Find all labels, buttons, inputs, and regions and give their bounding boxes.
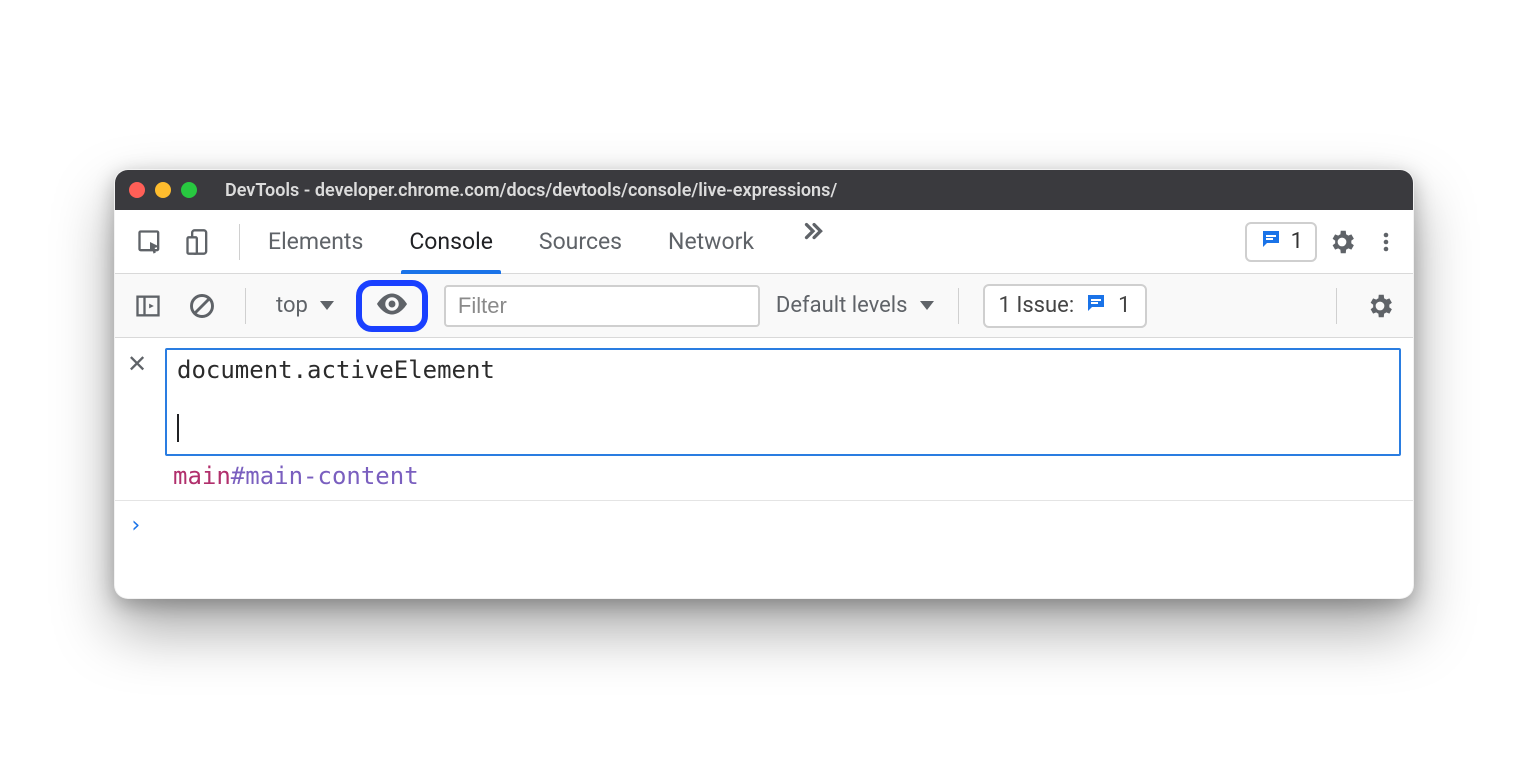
kebab-menu-icon[interactable]	[1367, 222, 1405, 262]
levels-label: Default levels	[776, 293, 908, 318]
live-expression-row: ✕ document.activeElement	[115, 338, 1413, 460]
main-tabs-row: Elements Console Sources Network 1	[115, 210, 1413, 274]
messages-count: 1	[1291, 229, 1303, 254]
live-expression-input[interactable]: document.activeElement	[165, 348, 1401, 456]
console-prompt[interactable]: ›	[115, 501, 1413, 598]
live-expression-button-highlight	[356, 280, 428, 332]
prompt-chevron-icon: ›	[129, 513, 142, 538]
main-tabs: Elements Console Sources Network	[254, 210, 832, 273]
chevron-down-icon	[320, 301, 334, 310]
tab-network[interactable]: Network	[662, 210, 760, 273]
result-element-id: #main-content	[231, 462, 419, 490]
context-label: top	[276, 293, 308, 318]
maximize-window-button[interactable]	[181, 182, 197, 198]
chevron-down-icon	[920, 301, 934, 310]
console-toolbar: top Default levels 1 Issue: 1	[115, 274, 1413, 338]
clear-console-icon[interactable]	[183, 286, 221, 326]
window-title: DevTools - developer.chrome.com/docs/dev…	[207, 180, 1399, 201]
live-expression-area: ✕ document.activeElement main#main-conte…	[115, 338, 1413, 501]
tab-elements[interactable]: Elements	[262, 210, 369, 273]
traffic-lights	[129, 182, 197, 198]
log-levels-dropdown[interactable]: Default levels	[776, 293, 934, 318]
divider	[239, 224, 240, 260]
close-icon[interactable]: ✕	[127, 348, 165, 376]
tab-sources[interactable]: Sources	[533, 210, 628, 273]
issues-count: 1	[1118, 293, 1130, 318]
divider	[245, 288, 246, 324]
toggle-console-sidebar-icon[interactable]	[129, 286, 167, 326]
live-expression-text: document.activeElement	[177, 356, 1389, 384]
issues-chip[interactable]: 1 Issue: 1	[983, 284, 1147, 328]
devtools-window: DevTools - developer.chrome.com/docs/dev…	[114, 169, 1414, 599]
issues-label: 1 Issue:	[999, 293, 1075, 318]
context-dropdown[interactable]: top	[270, 293, 340, 318]
chat-icon	[1259, 227, 1283, 257]
divider	[1336, 288, 1337, 324]
live-expression-result[interactable]: main#main-content	[115, 460, 1413, 501]
divider	[958, 288, 959, 324]
device-toolbar-icon[interactable]	[179, 222, 217, 262]
titlebar: DevTools - developer.chrome.com/docs/dev…	[115, 170, 1413, 210]
tab-console[interactable]: Console	[403, 210, 499, 273]
eye-icon[interactable]	[374, 286, 410, 326]
more-tabs-icon[interactable]	[794, 210, 832, 250]
minimize-window-button[interactable]	[155, 182, 171, 198]
console-settings-icon[interactable]	[1361, 286, 1399, 326]
chat-icon	[1084, 291, 1108, 321]
settings-icon[interactable]	[1323, 222, 1361, 262]
inspect-controls	[123, 222, 225, 262]
result-element-tag: main	[173, 462, 231, 490]
close-window-button[interactable]	[129, 182, 145, 198]
inspect-element-icon[interactable]	[131, 222, 169, 262]
text-cursor	[177, 414, 179, 442]
filter-input[interactable]	[444, 285, 760, 327]
messages-chip[interactable]: 1	[1245, 222, 1317, 262]
